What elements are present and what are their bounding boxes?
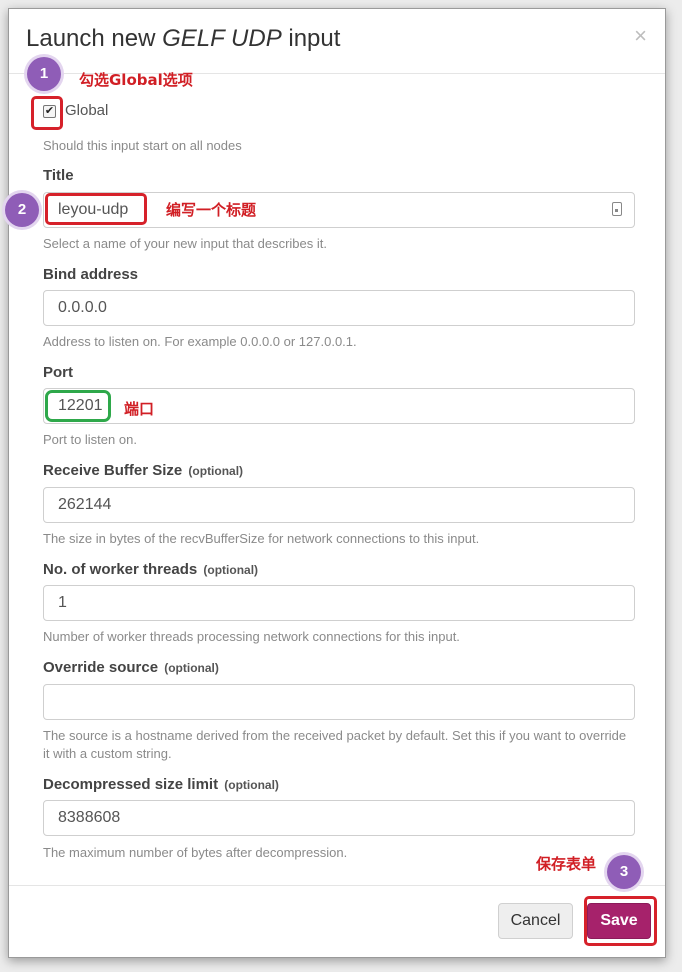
highlight-title-input	[45, 193, 147, 225]
annotation-check-global: 勾选Global选项	[79, 71, 193, 89]
launch-input-modal: Launch new GELF UDP input × ✔ Global Sho…	[8, 8, 666, 958]
worker-threads-value: 1	[58, 594, 67, 611]
annotation-port: 端口	[124, 400, 155, 418]
bind-address-help-text: Address to listen on. For example 0.0.0.…	[43, 334, 357, 349]
worker-threads-label-text: No. of worker threads	[43, 561, 198, 578]
optional-tag: (optional)	[188, 464, 244, 478]
decompressed-size-limit-label-text: Decompressed size limit	[43, 776, 219, 793]
modal-title-input-type: GELF UDP	[162, 25, 282, 52]
annotation-save-form: 保存表单	[536, 855, 597, 873]
decompressed-size-limit-label: Decompressed size limit (optional)	[43, 776, 279, 793]
receive-buffer-size-label-text: Receive Buffer Size	[43, 462, 183, 479]
modal-title-prefix: Launch new	[26, 25, 163, 52]
override-source-input[interactable]	[43, 684, 635, 720]
override-source-help-text: The source is a hostname derived from th…	[43, 728, 627, 761]
receive-buffer-size-label: Receive Buffer Size (optional)	[43, 462, 243, 479]
step-badge-3: 3	[607, 855, 641, 889]
worker-threads-input[interactable]: 1	[43, 585, 635, 621]
highlight-save-button	[584, 896, 657, 946]
annotation-write-title: 编写一个标题	[166, 201, 257, 219]
modal-title-suffix: input	[281, 25, 341, 52]
decompressed-size-limit-value: 8388608	[58, 809, 121, 826]
decompressed-size-limit-input[interactable]: 8388608	[43, 800, 635, 836]
close-icon[interactable]: ×	[634, 23, 647, 49]
modal-title: Launch new GELF UDP input	[26, 25, 340, 53]
bind-address-value: 0.0.0.0	[58, 299, 107, 316]
override-source-label: Override source (optional)	[43, 659, 219, 676]
bind-address-input[interactable]: 0.0.0.0	[43, 290, 635, 326]
worker-threads-label: No. of worker threads (optional)	[43, 561, 258, 578]
password-manager-icon[interactable]	[612, 202, 622, 216]
optional-tag: (optional)	[164, 661, 219, 675]
receive-buffer-size-help-text: The size in bytes of the recvBufferSize …	[43, 531, 480, 546]
screen: Launch new GELF UDP input × ✔ Global Sho…	[0, 0, 682, 972]
step-badge-1: 1	[27, 57, 61, 91]
global-help-text: Should this input start on all nodes	[43, 138, 242, 153]
highlight-global-checkbox	[31, 96, 63, 130]
title-help-text: Select a name of your new input that des…	[43, 236, 327, 251]
step-badge-2: 2	[5, 193, 39, 227]
port-help-text: Port to listen on.	[43, 432, 137, 447]
title-label: Title	[43, 167, 74, 184]
worker-threads-help-text: Number of worker threads processing netw…	[43, 629, 460, 644]
global-checkbox-label[interactable]: Global	[65, 102, 108, 119]
optional-tag: (optional)	[224, 778, 279, 792]
cancel-button[interactable]: Cancel	[498, 903, 573, 939]
modal-header: Launch new GELF UDP input ×	[9, 9, 665, 74]
override-source-label-text: Override source	[43, 659, 159, 676]
receive-buffer-size-value: 262144	[58, 496, 112, 513]
optional-tag: (optional)	[203, 563, 259, 577]
highlight-port-input	[45, 390, 111, 422]
receive-buffer-size-input[interactable]: 262144	[43, 487, 635, 523]
bind-address-label: Bind address	[43, 266, 139, 283]
modal-footer: Cancel Save	[9, 885, 665, 957]
port-label: Port	[43, 364, 73, 381]
